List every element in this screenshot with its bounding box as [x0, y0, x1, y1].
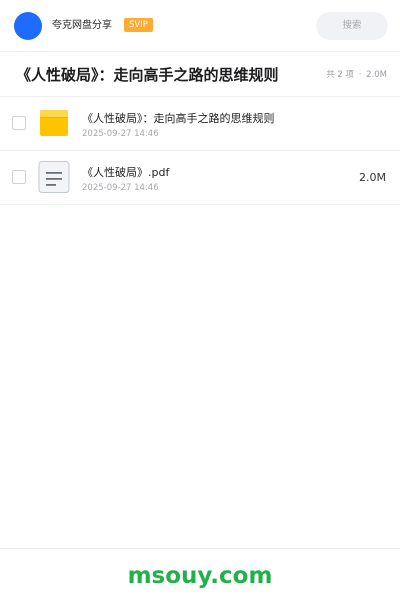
folder-meta: 共 2 项 · 2.0M: [326, 69, 387, 81]
document-icon: [38, 161, 70, 193]
list-item[interactable]: 《人性破局》.pdf 2025-09-27 14:46 2.0M: [0, 151, 400, 205]
total-size: 2.0M: [366, 70, 387, 80]
app-name: 夸克网盘分享: [52, 20, 112, 31]
page-title: 《人性破局》：走向高手之路的思维规则: [16, 66, 279, 84]
folder-icon: [40, 110, 68, 136]
file-name[interactable]: 《人性破局》.pdf: [82, 165, 169, 181]
file-size: 2.0M: [359, 171, 386, 184]
select-checkbox[interactable]: [12, 116, 26, 130]
search-input[interactable]: 搜索: [316, 12, 388, 40]
meta-separator: ·: [358, 70, 362, 80]
item-count: 共 2 项: [326, 70, 355, 80]
file-date: 2025-09-27 14:46: [82, 129, 159, 139]
list-item[interactable]: 《人性破局》：走向高手之路的思维规则 2025-09-27 14:46: [0, 97, 400, 151]
file-date: 2025-09-27 14:46: [82, 183, 159, 193]
avatar[interactable]: [14, 12, 42, 40]
site-watermark: msouy.com: [127, 563, 273, 589]
header: 夸克网盘分享 SVIP 搜索: [0, 0, 400, 52]
folder-header: 《人性破局》：走向高手之路的思维规则 共 2 项 · 2.0M: [0, 52, 400, 97]
file-name[interactable]: 《人性破局》：走向高手之路的思维规则: [82, 111, 275, 127]
select-checkbox[interactable]: [12, 170, 26, 184]
svip-badge: SVIP: [124, 18, 153, 32]
footer: msouy.com: [0, 548, 400, 600]
